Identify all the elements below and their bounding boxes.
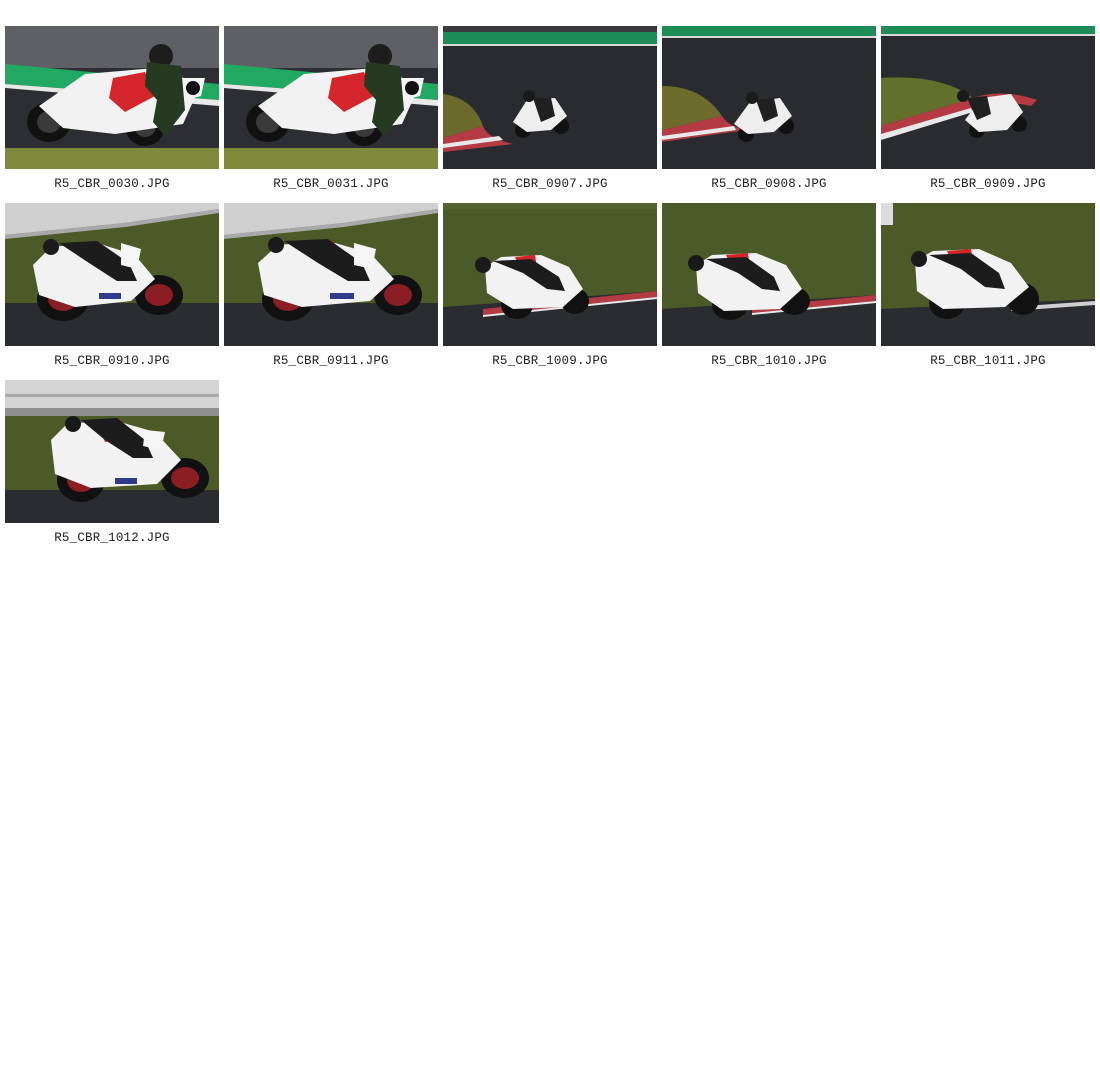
photo-thumbnail[interactable] — [443, 203, 657, 346]
photo-thumbnail[interactable] — [881, 203, 1095, 346]
thumbnail-item[interactable]: R5_CBR_0911.JPG — [224, 203, 438, 380]
thumbnail-item[interactable]: R5_CBR_0030.JPG — [5, 26, 219, 203]
thumbnail-item[interactable]: R5_CBR_0908.JPG — [662, 26, 876, 203]
photo-thumbnail[interactable] — [5, 380, 219, 523]
photo-filename[interactable]: R5_CBR_0908.JPG — [662, 177, 876, 191]
photo-filename[interactable]: R5_CBR_1009.JPG — [443, 354, 657, 368]
photo-filename[interactable]: R5_CBR_0910.JPG — [5, 354, 219, 368]
thumbnail-item[interactable]: R5_CBR_0907.JPG — [443, 26, 657, 203]
thumbnail-item[interactable]: R5_CBR_1010.JPG — [662, 203, 876, 380]
photo-thumbnail[interactable] — [881, 26, 1095, 169]
photo-thumbnail[interactable] — [224, 203, 438, 346]
photo-thumbnail[interactable] — [662, 26, 876, 169]
photo-thumbnail[interactable] — [662, 203, 876, 346]
photo-filename[interactable]: R5_CBR_0909.JPG — [881, 177, 1095, 191]
photo-filename[interactable]: R5_CBR_0030.JPG — [5, 177, 219, 191]
thumbnail-item[interactable]: R5_CBR_0910.JPG — [5, 203, 219, 380]
photo-filename[interactable]: R5_CBR_1011.JPG — [881, 354, 1095, 368]
thumbnail-item[interactable]: R5_CBR_1012.JPG — [5, 380, 219, 557]
photo-thumbnail[interactable] — [5, 26, 219, 169]
photo-filename[interactable]: R5_CBR_0907.JPG — [443, 177, 657, 191]
photo-filename[interactable]: R5_CBR_0911.JPG — [224, 354, 438, 368]
photo-thumbnail[interactable] — [5, 203, 219, 346]
photo-thumbnail[interactable] — [224, 26, 438, 169]
thumbnail-item[interactable]: R5_CBR_1009.JPG — [443, 203, 657, 380]
thumbnail-item[interactable]: R5_CBR_0909.JPG — [881, 26, 1095, 203]
photo-filename[interactable]: R5_CBR_1010.JPG — [662, 354, 876, 368]
thumbnail-gallery: R5_CBR_0030.JPG R5_CBR_0031.JPG R5_CBR_0… — [5, 26, 1095, 557]
thumbnail-item[interactable]: R5_CBR_0031.JPG — [224, 26, 438, 203]
photo-filename[interactable]: R5_CBR_0031.JPG — [224, 177, 438, 191]
photo-thumbnail[interactable] — [443, 26, 657, 169]
photo-filename[interactable]: R5_CBR_1012.JPG — [5, 531, 219, 545]
thumbnail-item[interactable]: R5_CBR_1011.JPG — [881, 203, 1095, 380]
